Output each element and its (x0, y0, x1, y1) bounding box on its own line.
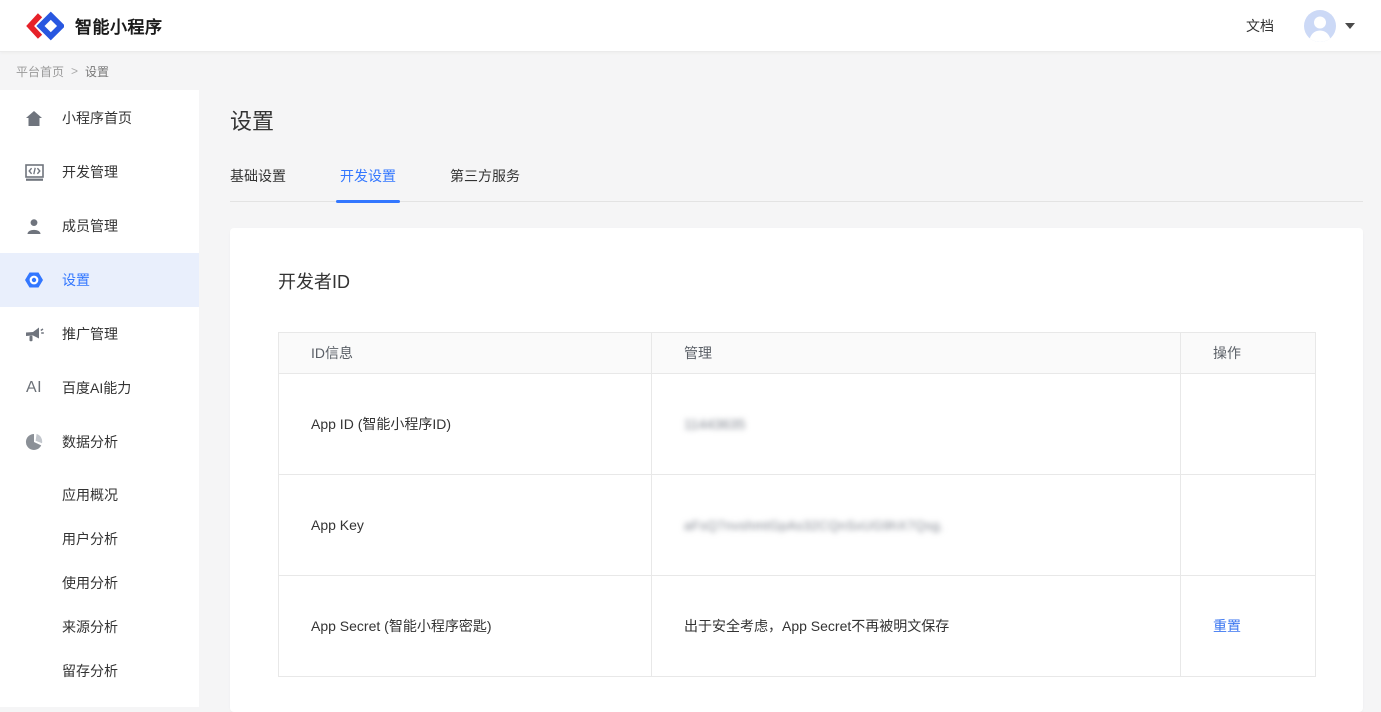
code-icon (24, 162, 44, 182)
column-header-manage: 管理 (652, 333, 1181, 374)
tab-dev-settings[interactable]: 开发设置 (340, 166, 396, 201)
sidebar-item-analytics[interactable]: 数据分析 (0, 415, 199, 469)
table-header-row: ID信息 管理 操作 (279, 333, 1316, 374)
avatar[interactable] (1304, 10, 1336, 42)
table-row-app-secret: App Secret (智能小程序密匙) 出于安全考虑，App Secret不再… (279, 576, 1316, 677)
top-bar-right: 文档 (1246, 10, 1355, 42)
table-row-app-id: App ID (智能小程序ID) 11443635 (279, 374, 1316, 475)
sidebar-item-label: 小程序首页 (62, 108, 132, 128)
home-icon (24, 108, 44, 128)
developer-id-table: ID信息 管理 操作 App ID (智能小程序ID) 11443635 App (278, 332, 1316, 677)
app-id-action-cell (1181, 374, 1316, 475)
sidebar-subitem-source[interactable]: 来源分析 (0, 605, 199, 649)
sidebar-subitem-usage[interactable]: 使用分析 (0, 561, 199, 605)
tab-third-party[interactable]: 第三方服务 (450, 166, 520, 201)
app-secret-label: App Secret (智能小程序密匙) (279, 576, 652, 677)
sidebar-subitem-label: 来源分析 (62, 617, 118, 637)
brand[interactable]: 智能小程序 (26, 10, 163, 42)
breadcrumb-separator: > (71, 64, 78, 78)
column-header-action: 操作 (1181, 333, 1316, 374)
pie-chart-icon (24, 432, 44, 452)
reset-button[interactable]: 重置 (1213, 618, 1241, 634)
brand-logo-icon (26, 10, 64, 42)
app-id-value-masked: 11443635 (684, 416, 745, 432)
layout: 小程序首页 开发管理 (0, 90, 1381, 707)
member-icon (24, 216, 44, 236)
breadcrumb-current: 设置 (85, 63, 109, 80)
app-key-action-cell (1181, 475, 1316, 576)
doc-link[interactable]: 文档 (1246, 16, 1274, 36)
chevron-down-icon (1345, 23, 1355, 29)
sidebar-subitem-label: 使用分析 (62, 573, 118, 593)
sidebar-item-label: 成员管理 (62, 216, 118, 236)
sidebar-item-label: 数据分析 (62, 432, 118, 452)
sidebar-subitem-overview[interactable]: 应用概况 (0, 473, 199, 517)
sidebar-item-dev[interactable]: 开发管理 (0, 145, 199, 199)
sidebar-subitem-label: 应用概况 (62, 485, 118, 505)
brand-title: 智能小程序 (75, 13, 163, 38)
sidebar-subitem-users[interactable]: 用户分析 (0, 517, 199, 561)
main-content: 设置 基础设置 开发设置 第三方服务 开发者ID ID信息 管理 操作 (199, 90, 1381, 707)
sidebar-item-label: 设置 (62, 270, 90, 290)
app-id-label: App ID (智能小程序ID) (279, 374, 652, 475)
sidebar-item-settings[interactable]: 设置 (0, 253, 199, 307)
table-row-app-key: App Key aFsQ7nvshmtGpAs32CQnSxUG9hX7Qsg. (279, 475, 1316, 576)
app-key-label: App Key (279, 475, 652, 576)
sidebar: 小程序首页 开发管理 (0, 90, 199, 707)
tab-bar: 基础设置 开发设置 第三方服务 (230, 166, 1363, 202)
sidebar-subitem-label: 用户分析 (62, 529, 118, 549)
sidebar-subitem-retention[interactable]: 留存分析 (0, 649, 199, 693)
sidebar-item-ai[interactable]: AI 百度AI能力 (0, 361, 199, 415)
page-title: 设置 (230, 104, 1363, 136)
developer-id-card: 开发者ID ID信息 管理 操作 App ID (智能小程序ID) 114 (230, 228, 1363, 712)
page: 智能小程序 文档 平台首页 > (0, 0, 1381, 707)
settings-icon (24, 270, 44, 290)
sidebar-item-label: 百度AI能力 (62, 378, 131, 398)
top-bar: 智能小程序 文档 (0, 0, 1381, 52)
megaphone-icon (24, 324, 44, 344)
card-title: 开发者ID (278, 268, 1315, 294)
user-menu[interactable] (1304, 10, 1355, 42)
sidebar-item-promotion[interactable]: 推广管理 (0, 307, 199, 361)
sidebar-item-label: 开发管理 (62, 162, 118, 182)
column-header-id-info: ID信息 (279, 333, 652, 374)
sidebar-item-members[interactable]: 成员管理 (0, 199, 199, 253)
tab-basic-settings[interactable]: 基础设置 (230, 166, 286, 201)
sidebar-subitem-label: 留存分析 (62, 661, 118, 681)
app-key-value-masked: aFsQ7nvshmtGpAs32CQnSxUG9hX7Qsg. (684, 518, 944, 533)
app-secret-note: 出于安全考虑，App Secret不再被明文保存 (652, 576, 1181, 677)
ai-icon: AI (24, 378, 44, 398)
breadcrumb-home[interactable]: 平台首页 (16, 63, 64, 80)
sidebar-item-home[interactable]: 小程序首页 (0, 91, 199, 145)
breadcrumb: 平台首页 > 设置 (0, 52, 1381, 90)
sidebar-item-label: 推广管理 (62, 324, 118, 344)
